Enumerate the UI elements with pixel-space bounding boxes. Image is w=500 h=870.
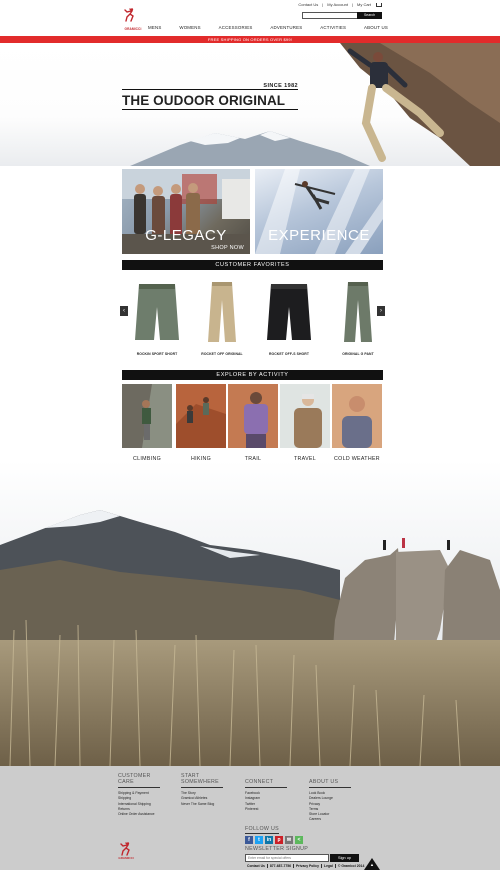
product-name[interactable]: ROCKET OFF-S SHORT	[259, 352, 319, 356]
share-icon[interactable]: <	[295, 836, 303, 844]
my-account-link[interactable]: My Account	[327, 2, 348, 7]
facebook-icon[interactable]: f	[245, 836, 253, 844]
experience-tile[interactable]: EXPERIENCE	[255, 169, 383, 254]
product-card[interactable]: ROCKET OFF-S SHORT	[259, 276, 319, 356]
product-image	[127, 276, 187, 346]
footer-col-heading: START SOMEWHERE	[181, 773, 223, 788]
footer-phone: 877-687-7756	[268, 864, 295, 868]
experience-title: EXPERIENCE	[268, 227, 370, 244]
footer-legal-link[interactable]: Legal	[322, 864, 336, 868]
g-legacy-tile[interactable]: G-LEGACY SHOP NOW	[122, 169, 250, 254]
footer-col-connect: CONNECT Facebook Instagram Twitter Pinte…	[245, 779, 287, 812]
footer-contact-link[interactable]: Contact Us	[245, 864, 268, 868]
landscape-banner	[0, 460, 500, 766]
footer-link[interactable]: Careers	[309, 817, 351, 822]
search-input[interactable]	[302, 12, 359, 19]
activity-hiking[interactable]: HIKING	[176, 384, 226, 462]
product-card[interactable]: ROCKIN SPORT SHORT	[127, 276, 187, 356]
utility-links: Contact Us | My Account | My Cart	[298, 2, 382, 7]
product-card[interactable]: ORIGINAL G PANT	[328, 276, 388, 356]
main-nav: MENS WOMENS ACCESSORIES ADVENTURES ACTIV…	[148, 25, 388, 30]
email-icon[interactable]: ✉	[285, 836, 293, 844]
twitter-icon[interactable]: t	[255, 836, 263, 844]
follow-us-heading: FOLLOW US	[245, 826, 279, 834]
product-name[interactable]: ROCKET OFF ORIGINAL	[192, 352, 252, 356]
footer-logo-wordmark: GRAMICCI	[118, 856, 134, 860]
logo-wordmark: GRAMICCI	[124, 27, 142, 31]
footer-logo[interactable]: GRAMICCI	[118, 842, 134, 862]
customer-favorites-header: CUSTOMER FAVORITES	[122, 260, 383, 270]
landscape-image	[0, 460, 500, 766]
logo[interactable]: GRAMICCI	[124, 8, 142, 31]
newsletter-email-input[interactable]	[245, 854, 329, 862]
product-name[interactable]: ROCKIN SPORT SHORT	[127, 352, 187, 356]
shop-now-link[interactable]: SHOP NOW	[211, 245, 244, 251]
nav-womens[interactable]: WOMENS	[179, 25, 200, 30]
footer-col-start-somewhere: START SOMEWHERE The Story Gramicci Athlet…	[181, 773, 223, 807]
promo-banner[interactable]: FREE SHIPPING ON ORDERS OVER $99!	[0, 36, 500, 43]
product-card[interactable]: ROCKET OFF ORIGINAL	[192, 276, 252, 356]
cart-icon[interactable]	[376, 2, 382, 7]
hero-rule-bottom	[122, 109, 298, 110]
my-cart-link[interactable]: My Cart	[357, 2, 371, 7]
nav-mens[interactable]: MENS	[148, 25, 162, 30]
pinterest-icon[interactable]: p	[275, 836, 283, 844]
activity-travel[interactable]: TRAVEL	[280, 384, 330, 462]
footer-col-about-us: ABOUT US Look Book Dealers Lounge Privac…	[309, 779, 351, 823]
activity-image	[332, 384, 382, 448]
up-arrow-icon[interactable]: ▲	[369, 863, 375, 867]
page: Contact Us | My Account | My Cart GRAMIC…	[0, 0, 500, 870]
linkedin-icon[interactable]: in	[265, 836, 273, 844]
hero-tagline: THE OUDOOR ORIGINAL	[122, 93, 286, 108]
product-image	[328, 276, 388, 346]
nav-activities[interactable]: ACTIVITIES	[320, 25, 346, 30]
footer-bottom-links: Contact Us 877-687-7756 Privacy Policy L…	[245, 864, 366, 868]
product-shorts-image	[267, 284, 311, 340]
product-image	[192, 276, 252, 346]
product-shorts-image	[135, 284, 179, 340]
activity-image	[176, 384, 226, 448]
footer-logo-climber-icon	[120, 842, 130, 856]
social-icons: f t in p ✉ <	[245, 836, 303, 844]
product-pants-image	[344, 282, 372, 342]
product-image	[259, 276, 319, 346]
g-legacy-title: G-LEGACY	[145, 227, 227, 244]
footer-col-heading: ABOUT US	[309, 779, 351, 788]
footer-link[interactable]: Online Order Assistance	[118, 812, 160, 817]
footer-copyright: © Gramicci 2014	[337, 864, 365, 868]
product-name[interactable]: ORIGINAL G PANT	[328, 352, 388, 356]
newsletter-signup-button[interactable]: Sign up	[330, 854, 359, 862]
activity-image	[280, 384, 330, 448]
newsletter-heading: NEWSLETTER SIGNUP	[245, 846, 309, 852]
contact-us-link[interactable]: Contact Us	[298, 2, 318, 7]
nav-about-us[interactable]: ABOUT US	[364, 25, 388, 30]
hero-banner[interactable]: SINCE 1982 THE OUDOOR ORIGINAL	[0, 43, 500, 166]
footer-link[interactable]: Never The Same Blog	[181, 802, 223, 807]
explore-by-activity-header: EXPLORE BY ACTIVITY	[122, 370, 383, 380]
footer-col-heading: CUSTOMER CARE	[118, 773, 160, 788]
activity-image	[122, 384, 172, 448]
footer-col-customer-care: CUSTOMER CARE Shipping & Payment Shipping…	[118, 773, 160, 817]
search-button[interactable]: Search	[357, 12, 382, 19]
footer-link[interactable]: Pinterest	[245, 807, 287, 812]
nav-adventures[interactable]: ADVENTURES	[270, 25, 302, 30]
activity-climbing[interactable]: CLIMBING	[122, 384, 172, 462]
hero-rule-top	[122, 89, 298, 90]
logo-climber-icon	[124, 8, 134, 22]
nav-accessories[interactable]: ACCESSORIES	[219, 25, 253, 30]
footer-col-heading: CONNECT	[245, 779, 287, 788]
activity-cold-weather[interactable]: COLD WEATHER	[332, 384, 382, 462]
activity-image	[228, 384, 278, 448]
follow-us: FOLLOW US f t in p ✉ <	[245, 826, 303, 844]
product-pants-image	[208, 282, 236, 342]
activity-trail[interactable]: TRAIL	[228, 384, 278, 462]
footer-privacy-link[interactable]: Privacy Policy	[294, 864, 323, 868]
